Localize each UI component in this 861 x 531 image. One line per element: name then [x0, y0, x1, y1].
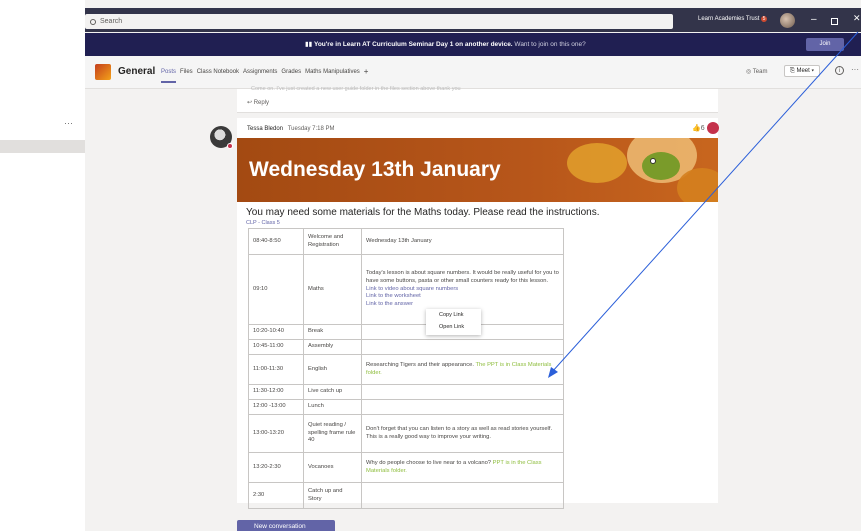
arrow-head	[548, 367, 558, 378]
arrow-line	[551, 31, 859, 373]
annotation-arrow	[548, 31, 859, 378]
